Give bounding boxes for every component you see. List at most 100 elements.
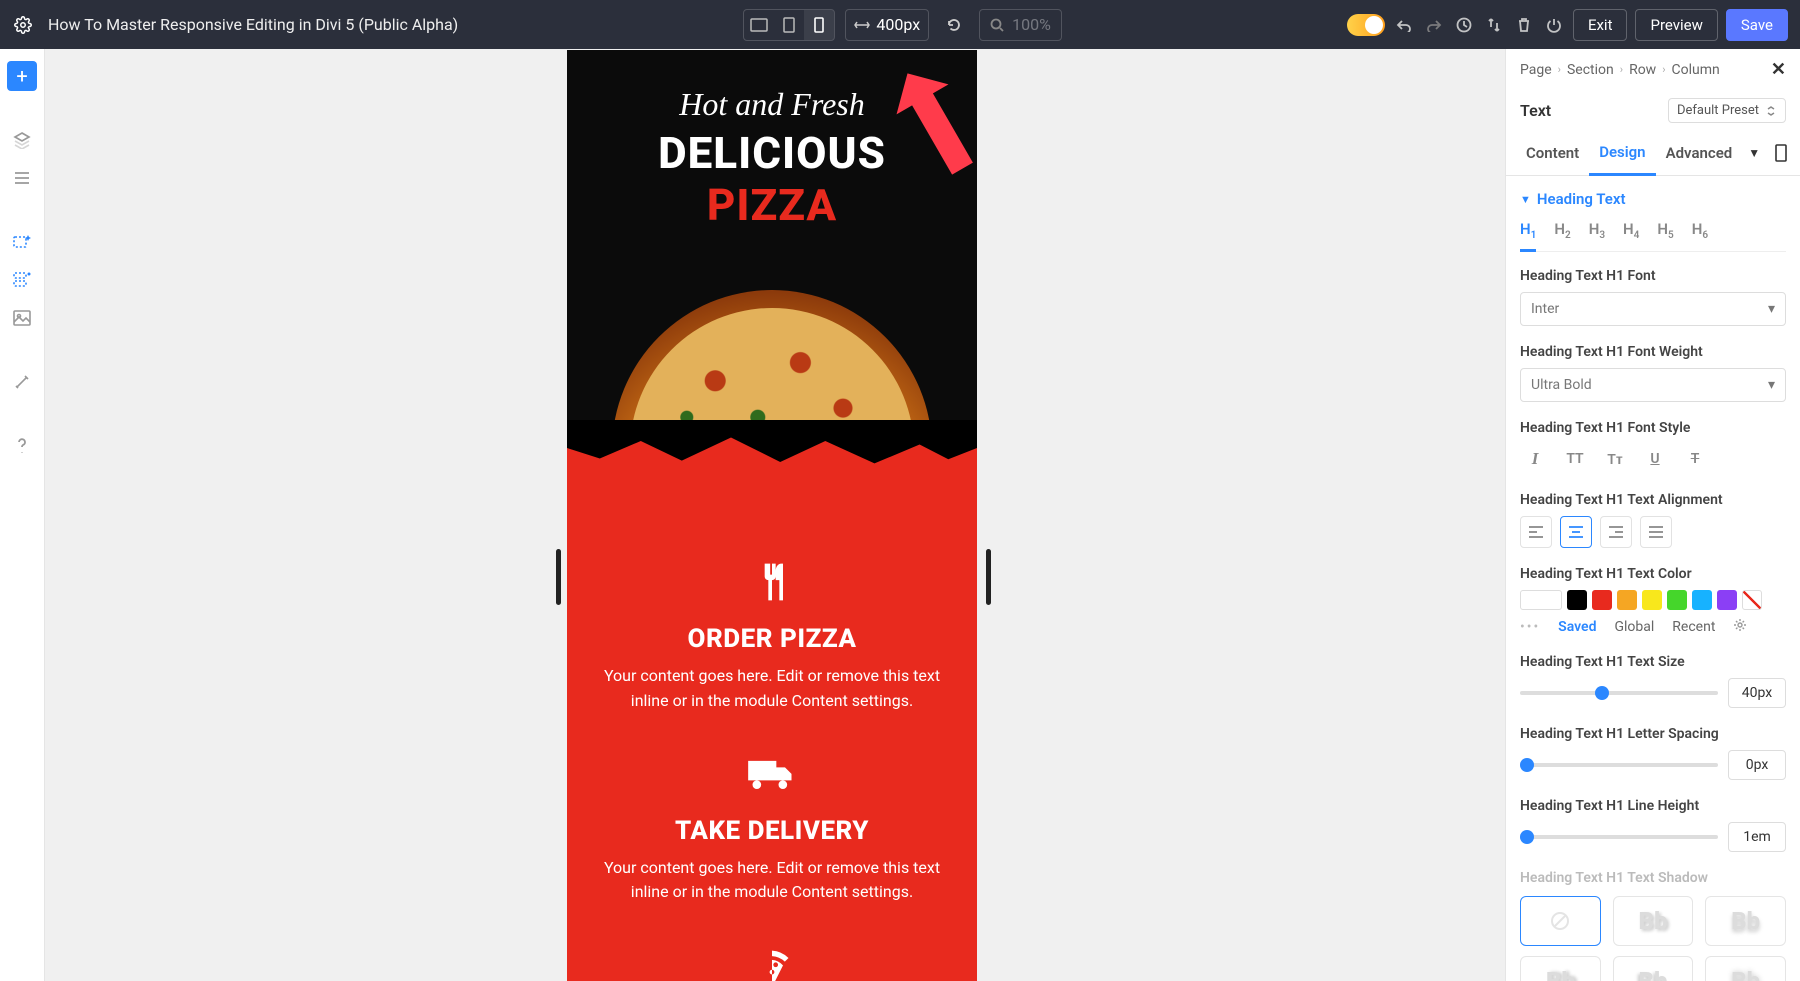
zoom-control[interactable]: 100% (979, 9, 1062, 41)
hero-tagline: Hot and Fresh (567, 86, 977, 123)
h2-tab[interactable]: H2 (1554, 220, 1570, 243)
swatch-black[interactable] (1567, 590, 1587, 610)
saved-colors-tab[interactable]: Saved (1558, 619, 1596, 635)
settings-icon[interactable] (12, 14, 34, 36)
device-desktop-button[interactable] (744, 10, 774, 40)
device-phone-button[interactable] (804, 10, 834, 40)
crumb-row[interactable]: Row (1629, 62, 1656, 78)
shadow-preset-2[interactable]: Bb (1705, 896, 1786, 946)
swatch-white[interactable] (1520, 590, 1562, 610)
import-export-icon[interactable] (1483, 14, 1505, 36)
lh-label: Heading Text H1 Line Height (1520, 798, 1786, 814)
power-icon[interactable] (1543, 14, 1565, 36)
shadow-preset-1[interactable]: Bb (1613, 896, 1694, 946)
responsive-toggle-icon[interactable] (1772, 142, 1790, 164)
underline-button[interactable]: U (1640, 444, 1670, 474)
crumb-column[interactable]: Column (1672, 62, 1720, 78)
h1-tab[interactable]: H1 (1520, 220, 1536, 252)
h3-tab[interactable]: H3 (1589, 220, 1605, 243)
size-value[interactable]: 40px (1728, 678, 1786, 708)
uppercase-button[interactable]: TT (1560, 444, 1590, 474)
size-slider[interactable] (1520, 691, 1718, 695)
shadow-label: Heading Text H1 Text Shadow (1520, 870, 1786, 886)
add-module-button[interactable]: + (7, 61, 37, 91)
resize-handle-right[interactable] (986, 549, 991, 605)
feature-1-body: Your content goes here. Edit or remove t… (597, 664, 947, 714)
tab-advanced[interactable]: Advanced (1656, 132, 1743, 174)
shadow-options: Bb Bb (1520, 896, 1786, 946)
swatch-green[interactable] (1667, 590, 1687, 610)
swatch-blue[interactable] (1692, 590, 1712, 610)
expand-tabs-button[interactable]: ▼ (1742, 146, 1766, 160)
weight-label: Heading Text H1 Font Weight (1520, 344, 1786, 360)
device-tablet-button[interactable] (774, 10, 804, 40)
swatch-red[interactable] (1592, 590, 1612, 610)
spacing-slider[interactable] (1520, 763, 1718, 767)
settings-tabs: Content Design Advanced ▼ (1506, 131, 1800, 176)
align-center-button[interactable] (1560, 516, 1592, 548)
align-left-button[interactable] (1520, 516, 1552, 548)
crumb-section[interactable]: Section (1567, 62, 1614, 78)
close-sidebar-button[interactable]: ✕ (1771, 59, 1786, 80)
resize-handle-left[interactable] (556, 549, 561, 605)
exit-button[interactable]: Exit (1573, 9, 1628, 41)
swatch-purple[interactable] (1717, 590, 1737, 610)
h4-tab[interactable]: H4 (1623, 220, 1639, 243)
image-icon[interactable] (7, 303, 37, 333)
help-icon[interactable] (7, 431, 37, 461)
global-colors-tab[interactable]: Global (1614, 619, 1654, 635)
style-label: Heading Text H1 Font Style (1520, 420, 1786, 436)
align-justify-button[interactable] (1640, 516, 1672, 548)
theme-toggle[interactable] (1347, 14, 1385, 36)
save-button[interactable]: Save (1726, 9, 1788, 41)
shadow-preset-3[interactable]: Bb (1520, 956, 1601, 981)
heading-text-section[interactable]: ▼Heading Text (1520, 190, 1786, 208)
h5-tab[interactable]: H5 (1657, 220, 1673, 243)
lh-slider[interactable] (1520, 835, 1718, 839)
tab-design[interactable]: Design (1589, 131, 1655, 176)
features-section: ORDER PIZZA Your content goes here. Edit… (567, 490, 977, 981)
feature-2-body: Your content goes here. Edit or remove t… (597, 856, 947, 906)
hero-section: Hot and Fresh DELICIOUS PIZZA (567, 50, 977, 420)
font-label: Heading Text H1 Font (1520, 268, 1786, 284)
heading-level-tabs: H1 H2 H3 H4 H5 H6 (1520, 220, 1786, 252)
preview-button[interactable]: Preview (1635, 9, 1717, 41)
layers-icon[interactable] (7, 125, 37, 155)
crumb-page[interactable]: Page (1520, 62, 1552, 78)
mobile-preview[interactable]: Hot and Fresh DELICIOUS PIZZA ORDER PIZZ… (567, 50, 977, 981)
color-settings-icon[interactable] (1733, 618, 1751, 636)
ai-layout-icon[interactable] (7, 227, 37, 257)
feature-2-title: TAKE DELIVERY (597, 816, 947, 846)
h6-tab[interactable]: H6 (1692, 220, 1708, 243)
shadow-preset-4[interactable]: Bb (1613, 956, 1694, 981)
swatch-yellow[interactable] (1642, 590, 1662, 610)
history-icon[interactable] (1453, 14, 1475, 36)
feature-1: ORDER PIZZA Your content goes here. Edit… (597, 560, 947, 714)
italic-button[interactable]: I (1520, 444, 1550, 474)
preset-arrows-icon (1765, 105, 1777, 117)
smallcaps-button[interactable]: Tᴛ (1600, 444, 1630, 474)
undo-icon[interactable] (1393, 14, 1415, 36)
module-name: Text (1520, 101, 1551, 120)
trash-icon[interactable] (1513, 14, 1535, 36)
recent-colors-tab[interactable]: Recent (1672, 619, 1715, 635)
redo-icon[interactable] (1423, 14, 1445, 36)
strikethrough-button[interactable]: T (1680, 444, 1710, 474)
shadow-none-button[interactable] (1520, 896, 1601, 946)
font-select[interactable]: Inter▾ (1520, 292, 1786, 326)
tools-icon[interactable] (7, 367, 37, 397)
spacing-value[interactable]: 0px (1728, 750, 1786, 780)
swatch-orange[interactable] (1617, 590, 1637, 610)
more-colors-button[interactable]: ••• (1520, 619, 1540, 635)
shadow-preset-5[interactable]: Bb (1705, 956, 1786, 981)
align-right-button[interactable] (1600, 516, 1632, 548)
list-icon[interactable] (7, 163, 37, 193)
weight-select[interactable]: Ultra Bold▾ (1520, 368, 1786, 402)
tab-content[interactable]: Content (1516, 132, 1589, 174)
reset-width-button[interactable] (939, 10, 969, 40)
ai-section-icon[interactable] (7, 265, 37, 295)
swatch-none[interactable] (1742, 590, 1762, 610)
viewport-width-control[interactable]: 400px (845, 9, 929, 41)
lh-value[interactable]: 1em (1728, 822, 1786, 852)
preset-button[interactable]: Default Preset (1668, 98, 1786, 123)
